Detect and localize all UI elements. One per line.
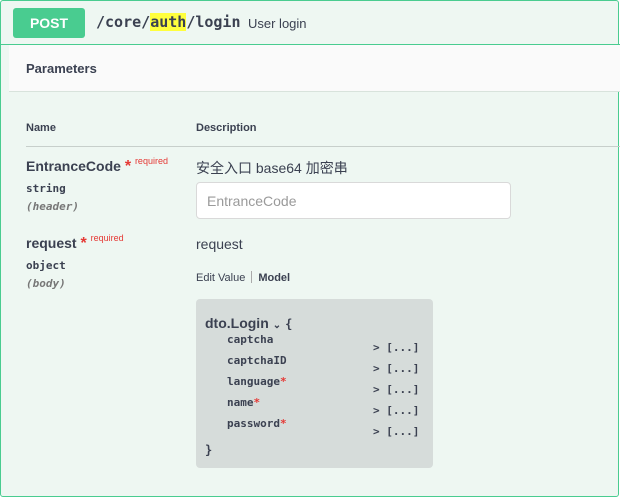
endpoint-path: /core/auth/login [96, 13, 241, 31]
model-property-name: captcha [227, 333, 273, 346]
column-header-name: Name [26, 122, 56, 134]
param-name-request: request * required [26, 233, 124, 253]
required-label: required [134, 156, 168, 166]
model-title[interactable]: dto.Login ⌄ { [205, 315, 292, 331]
model-property-expand[interactable]: > [...] [373, 341, 419, 354]
param-name-text: EntranceCode [26, 158, 121, 174]
model-property-name: captchaID [227, 354, 287, 367]
model-name: dto.Login [205, 315, 269, 331]
chevron-right-icon: > [373, 425, 380, 438]
parameters-title: Parameters [26, 61, 97, 76]
property-label: name [227, 396, 254, 409]
param-type: object [26, 259, 66, 272]
model-open-brace: { [285, 317, 293, 331]
model-property-expand[interactable]: > [...] [373, 383, 419, 396]
param-type: string [26, 182, 66, 195]
chevron-right-icon: > [373, 404, 380, 417]
required-star-icon: * [253, 396, 261, 409]
param-name-entrance-code: EntranceCode * required [26, 156, 168, 176]
param-location: (body) [26, 277, 66, 290]
path-prefix: /core/ [96, 13, 151, 31]
required-star-icon: * [124, 158, 132, 175]
required-star-icon: * [279, 375, 287, 388]
chevron-right-icon: > [373, 362, 380, 375]
tab-edit-value[interactable]: Edit Value [196, 272, 245, 284]
property-value: [...] [386, 362, 420, 375]
model-property-name: language* [227, 375, 287, 388]
required-star-icon: * [80, 235, 87, 252]
model-property-name: name* [227, 396, 260, 409]
model-property-expand[interactable]: > [...] [373, 425, 419, 438]
required-star-icon: * [279, 417, 287, 430]
model-schema-box: dto.Login ⌄ { captcha > [...] captchaID > … [196, 299, 433, 468]
param-description: request [196, 236, 243, 252]
model-property-expand[interactable]: > [...] [373, 362, 419, 375]
operation-description: User login [248, 16, 307, 31]
param-name-text: request [26, 235, 77, 251]
path-highlight: auth [150, 13, 187, 31]
required-label: required [90, 233, 124, 243]
chevron-right-icon: > [373, 341, 380, 354]
tab-model[interactable]: Model [258, 272, 290, 284]
operation-block: POST /core/auth/login User login Paramet… [0, 0, 620, 497]
http-method-badge: POST [13, 8, 85, 38]
property-value: [...] [386, 383, 420, 396]
param-description: 安全入口 base64 加密串 [196, 160, 348, 176]
property-label: language [227, 375, 280, 388]
column-header-description: Description [196, 122, 257, 134]
model-property-name: password* [227, 417, 287, 430]
model-property-expand[interactable]: > [...] [373, 404, 419, 417]
property-value: [...] [386, 341, 420, 354]
parameters-header: Parameters [9, 45, 620, 92]
column-divider [26, 146, 620, 147]
property-value: [...] [386, 425, 420, 438]
body-tabs: Edit Value Model [196, 271, 290, 284]
model-close-brace: } [205, 443, 213, 457]
entrance-code-input[interactable] [196, 182, 511, 219]
property-label: password [227, 417, 280, 430]
path-suffix: /login [186, 13, 241, 31]
operation-summary[interactable]: POST /core/auth/login User login [1, 1, 620, 45]
chevron-down-icon[interactable]: ⌄ [273, 320, 281, 331]
property-label: captcha [227, 333, 274, 346]
chevron-right-icon: > [373, 383, 380, 396]
property-value: [...] [386, 404, 420, 417]
param-location: (header) [26, 200, 79, 213]
tab-divider [251, 271, 253, 283]
property-label: captchaID [227, 354, 287, 367]
